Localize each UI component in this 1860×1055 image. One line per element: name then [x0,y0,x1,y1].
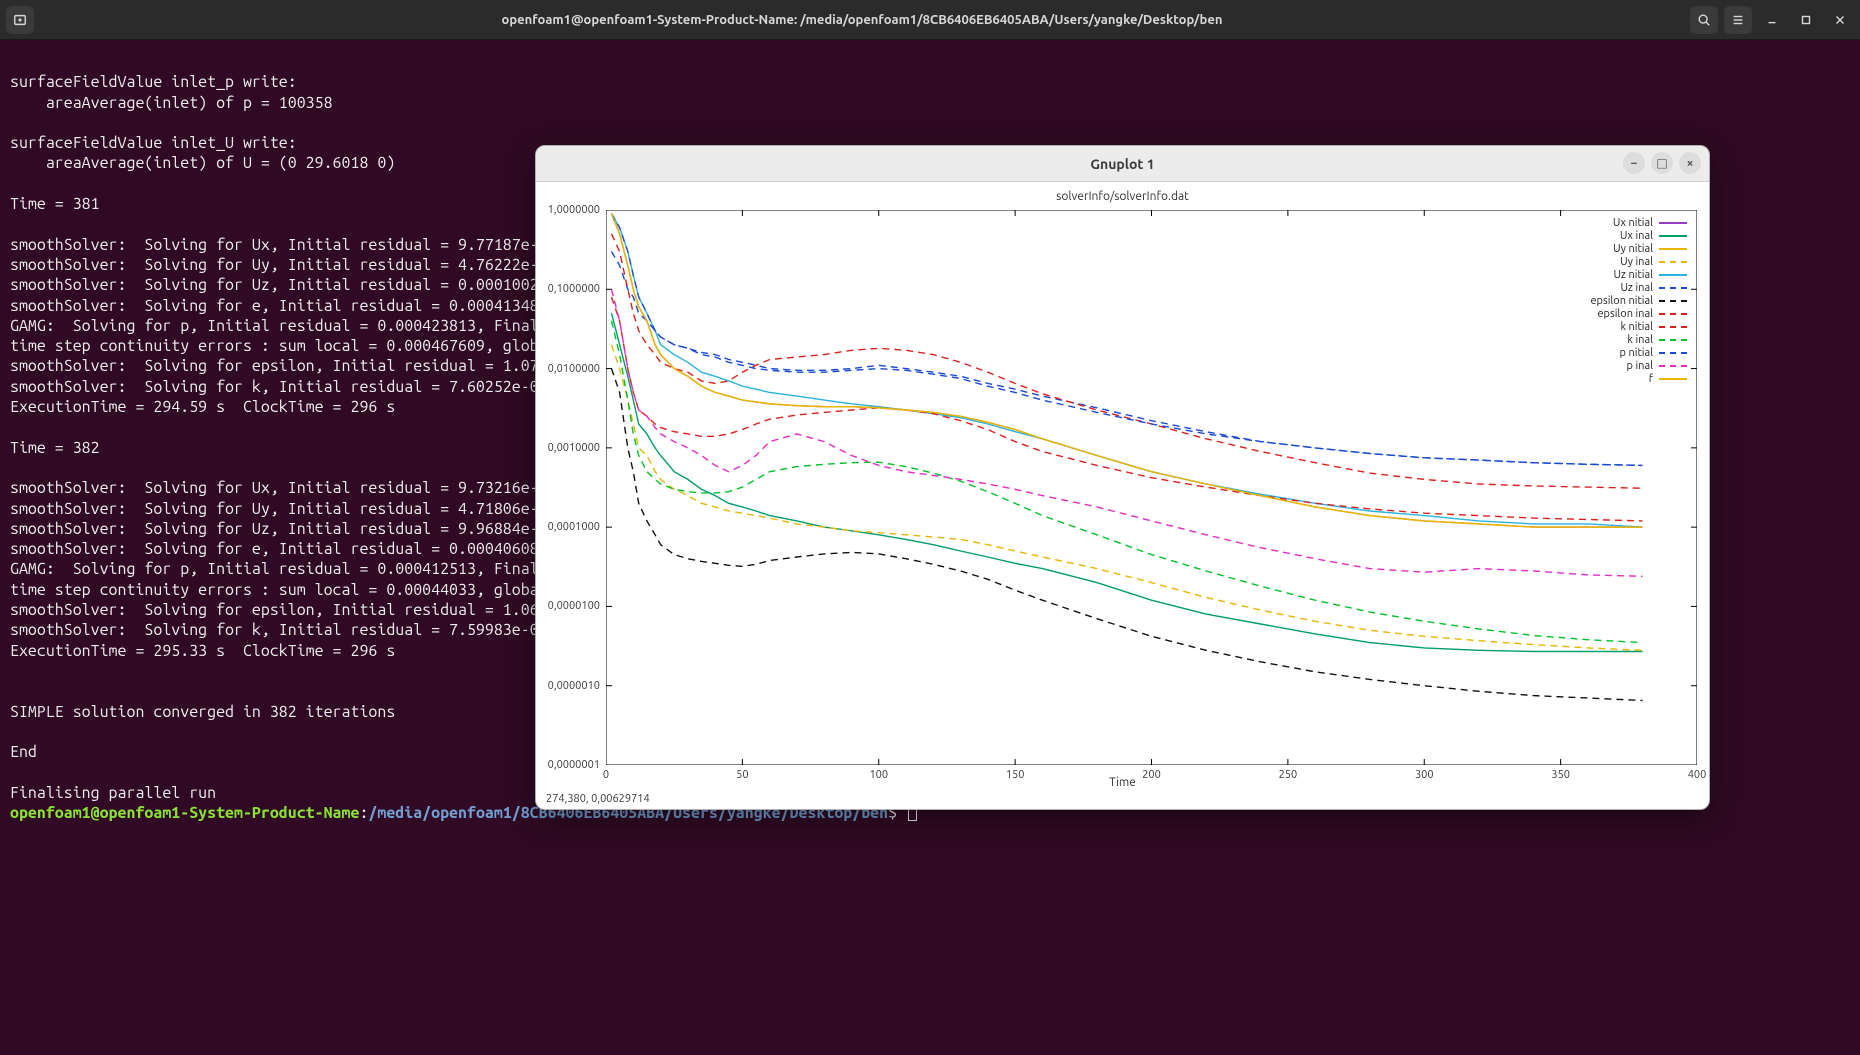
legend-entry: Ux inal [1590,229,1687,242]
plot-area[interactable]: Ux nitialUx inalUy nitialUy inalUz nitia… [606,210,1697,765]
legend-entry: f [1590,372,1687,385]
y-tick-label: 0,0001000 [548,521,600,533]
new-tab-button[interactable] [6,6,34,34]
gnuplot-status: 274,380, 0,00629714 [546,793,650,805]
maximize-button[interactable] [1792,6,1820,34]
legend-entry: Uy inal [1590,255,1687,268]
legend-entry: p inal [1590,359,1687,372]
minimize-button[interactable] [1758,6,1786,34]
legend-entry: p nitial [1590,346,1687,359]
close-button[interactable] [1826,6,1854,34]
search-button[interactable] [1690,6,1718,34]
legend-entry: Uz nitial [1590,268,1687,281]
chart-title: solverInfo/solverInfo.dat [536,190,1709,203]
menu-button[interactable] [1724,6,1752,34]
legend-entry: epsilon inal [1590,307,1687,320]
legend: Ux nitialUx inalUy nitialUy inalUz nitia… [1586,214,1691,387]
gnuplot-titlebar[interactable]: Gnuplot 1 − □ × [536,146,1709,182]
y-tick-label: 0,0100000 [548,363,600,375]
y-tick-label: 0,0000100 [548,600,600,612]
y-tick-label: 0,1000000 [548,283,600,295]
window-title: openfoam1@openfoam1-System-Product-Name:… [34,13,1690,27]
legend-entry: Uz inal [1590,281,1687,294]
legend-entry: Uy nitial [1590,242,1687,255]
gnuplot-title: Gnuplot 1 [1090,156,1154,172]
gnuplot-maximize-button[interactable]: □ [1651,152,1673,174]
gnuplot-close-button[interactable]: × [1679,152,1701,174]
legend-entry: Ux nitial [1590,216,1687,229]
gnuplot-canvas[interactable]: solverInfo/solverInfo.dat Ux nitialUx in… [536,182,1709,809]
legend-entry: k inal [1590,333,1687,346]
y-tick-label: 0,0000001 [548,759,600,771]
prompt-user: openfoam1@openfoam1-System-Product-Name [10,804,359,822]
titlebar: openfoam1@openfoam1-System-Product-Name:… [0,0,1860,40]
gnuplot-window[interactable]: Gnuplot 1 − □ × solverInfo/solverInfo.da… [535,145,1710,810]
x-axis-label: Time [536,776,1709,789]
y-tick-label: 0,0010000 [548,442,600,454]
y-tick-label: 1,0000000 [548,204,600,216]
legend-entry: k nitial [1590,320,1687,333]
gnuplot-minimize-button[interactable]: − [1623,152,1645,174]
legend-entry: epsilon nitial [1590,294,1687,307]
y-tick-label: 0,0000010 [548,680,600,692]
